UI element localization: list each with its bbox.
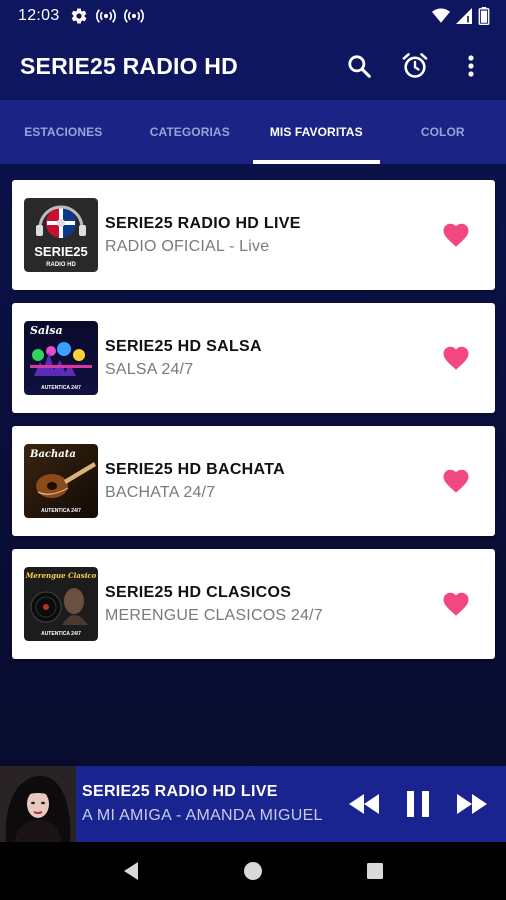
more-vert-icon[interactable] — [456, 51, 486, 81]
app-title: SERIE25 RADIO HD — [20, 52, 238, 79]
radio-broadcast-icon — [95, 8, 116, 24]
app-actions — [344, 51, 486, 81]
favorite-heart-icon[interactable] — [441, 466, 471, 496]
logo-subtext: AUTENTICA 24/7 — [41, 631, 81, 637]
station-logo-serie25: SERIE25 RADIO HD — [24, 198, 98, 272]
station-logo-clasicos: Merengue Clasico AUTENTICA 24/7 — [24, 567, 98, 641]
pause-icon[interactable] — [400, 786, 436, 822]
player-controls — [346, 786, 490, 822]
station-subtitle: BACHATA 24/7 — [105, 483, 216, 501]
logo-text: Bachata — [29, 449, 76, 460]
tab-estaciones[interactable]: ESTACIONES — [0, 100, 127, 164]
battery-icon — [478, 7, 490, 25]
status-left-icons — [70, 7, 144, 25]
card-text: SERIE25 HD CLASICOS MERENGUE CLASICOS 24… — [105, 584, 441, 625]
favorites-list: SERIE25 RADIO HD SERIE25 RADIO HD LIVE R… — [12, 180, 495, 672]
player-subtitle: A MI AMIGA - AMANDA MIGUEL — [82, 807, 323, 824]
logo-text: SERIE25 — [34, 244, 87, 259]
signal-icon — [456, 8, 472, 24]
app-bar: SERIE25 RADIO HD — [0, 32, 506, 100]
station-card-bachata[interactable]: Bachata AUTENTICA 24/7 SERIE25 HD BACHAT… — [12, 426, 495, 536]
logo-text: Salsa — [30, 324, 63, 337]
station-logo-salsa: Salsa AUTENTICA 24/7 — [24, 321, 98, 395]
wifi-icon — [432, 8, 450, 24]
card-text: SERIE25 HD SALSA SALSA 24/7 — [105, 338, 441, 379]
nav-bar — [0, 842, 506, 900]
favorite-heart-icon[interactable] — [441, 343, 471, 373]
station-title: SERIE25 RADIO HD LIVE — [105, 214, 301, 232]
station-card-live[interactable]: SERIE25 RADIO HD SERIE25 RADIO HD LIVE R… — [12, 180, 495, 290]
favorite-heart-icon[interactable] — [441, 589, 471, 619]
status-right-icons — [432, 7, 490, 25]
home-icon[interactable] — [233, 851, 273, 891]
player-title: SERIE25 RADIO HD LIVE — [82, 783, 278, 800]
tab-mis-favoritas[interactable]: MIS FAVORITAS — [253, 100, 380, 164]
logo-subtext: RADIO HD — [46, 262, 76, 268]
status-time: 12:03 — [18, 7, 60, 24]
favorite-heart-icon[interactable] — [441, 220, 471, 250]
station-title: SERIE25 HD BACHATA — [105, 460, 285, 478]
search-icon[interactable] — [344, 51, 374, 81]
station-title: SERIE25 HD CLASICOS — [105, 583, 292, 601]
fast-forward-icon[interactable] — [454, 786, 490, 822]
station-card-clasicos[interactable]: Merengue Clasico AUTENTICA 24/7 SERIE25 … — [12, 549, 495, 659]
tab-bar: ESTACIONES CATEGORIAS MIS FAVORITAS COLO… — [0, 100, 506, 164]
station-card-salsa[interactable]: Salsa AUTENTICA 24/7 SERIE25 HD SALSA SA… — [12, 303, 495, 413]
card-text: SERIE25 HD BACHATA BACHATA 24/7 — [105, 461, 441, 502]
player-text: SERIE25 RADIO HD LIVE A MI AMIGA - AMAND… — [82, 783, 346, 825]
station-subtitle: RADIO OFICIAL - Live — [105, 237, 270, 255]
logo-subtext: AUTENTICA 24/7 — [41, 385, 81, 391]
recents-icon[interactable] — [355, 851, 395, 891]
station-subtitle: SALSA 24/7 — [105, 360, 194, 378]
album-art — [0, 766, 76, 842]
rewind-icon[interactable] — [346, 786, 382, 822]
alarm-icon[interactable] — [400, 51, 430, 81]
radio-broadcast-icon — [123, 8, 144, 24]
station-subtitle: MERENGUE CLASICOS 24/7 — [105, 606, 323, 624]
tab-color[interactable]: COLOR — [380, 100, 506, 164]
station-title: SERIE25 HD SALSA — [105, 337, 262, 355]
back-icon[interactable] — [111, 851, 151, 891]
gear-icon — [70, 7, 88, 25]
logo-text: Merengue Clasico — [25, 571, 97, 580]
status-bar: 12:03 — [0, 0, 506, 32]
logo-subtext: AUTENTICA 24/7 — [41, 508, 81, 514]
card-text: SERIE25 RADIO HD LIVE RADIO OFICIAL - Li… — [105, 215, 441, 256]
station-logo-bachata: Bachata AUTENTICA 24/7 — [24, 444, 98, 518]
mini-player[interactable]: SERIE25 RADIO HD LIVE A MI AMIGA - AMAND… — [0, 766, 506, 842]
tab-categorias[interactable]: CATEGORIAS — [127, 100, 254, 164]
